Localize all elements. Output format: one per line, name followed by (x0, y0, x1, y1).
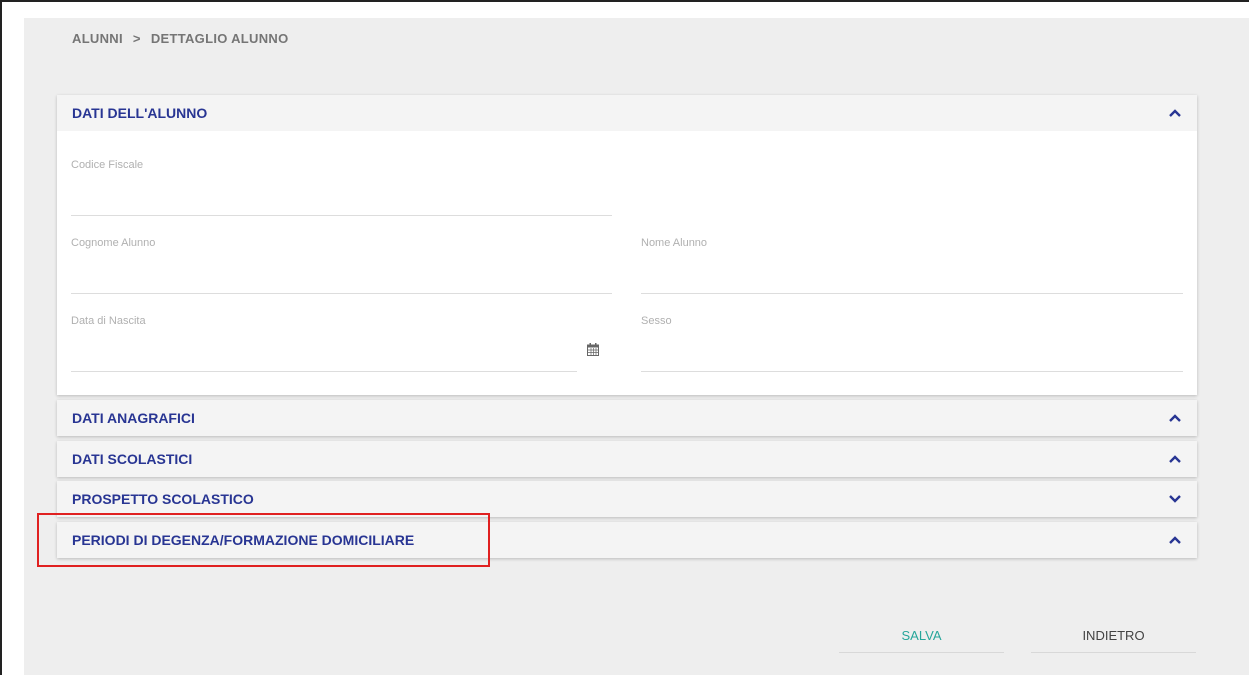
breadcrumb-current: DETTAGLIO ALUNNO (150, 31, 289, 46)
chevron-up-icon[interactable] (1168, 533, 1182, 547)
breadcrumb-root[interactable]: ALUNNI (72, 31, 123, 46)
chevron-up-icon[interactable] (1168, 411, 1182, 425)
section-title: PROSPETTO SCOLASTICO (72, 491, 254, 507)
nome-alunno-field[interactable]: Nome Alunno (641, 237, 1183, 294)
frame-border-top (0, 0, 1249, 2)
field-label: Data di Nascita (71, 315, 146, 327)
section-header-dati-anagrafici[interactable]: DATI ANAGRAFICI (57, 400, 1197, 436)
field-underline (71, 215, 612, 216)
save-button[interactable]: SALVA (839, 618, 1004, 653)
back-button[interactable]: INDIETRO (1031, 618, 1196, 653)
calendar-icon[interactable] (587, 343, 599, 361)
chevron-down-icon[interactable] (1168, 492, 1182, 506)
section-title: DATI DELL'ALUNNO (72, 105, 208, 121)
section-dati-anagrafici: DATI ANAGRAFICI (57, 400, 1197, 436)
section-header-dati-scolastici[interactable]: DATI SCOLASTICI (57, 441, 1197, 477)
breadcrumb: ALUNNI > DETTAGLIO ALUNNO (72, 31, 289, 46)
codice-fiscale-field[interactable]: Codice Fiscale (71, 159, 612, 216)
data-nascita-field[interactable]: Data di Nascita (71, 315, 577, 372)
field-underline (71, 293, 612, 294)
section-title: DATI SCOLASTICI (72, 451, 193, 467)
sesso-field[interactable]: Sesso (641, 315, 1183, 372)
section-title: DATI ANAGRAFICI (72, 410, 195, 426)
section-dati-alunno: DATI DELL'ALUNNO Codice Fiscale Cognome … (57, 95, 1197, 395)
field-label: Sesso (641, 315, 672, 327)
field-label: Nome Alunno (641, 237, 708, 249)
field-underline (641, 293, 1183, 294)
section-header-prospetto-scolastico[interactable]: PROSPETTO SCOLASTICO (57, 481, 1197, 517)
section-prospetto-scolastico: PROSPETTO SCOLASTICO (57, 481, 1197, 517)
frame-border-left (0, 0, 2, 675)
field-label: Codice Fiscale (71, 159, 144, 171)
highlight-box (37, 513, 490, 567)
field-underline (71, 371, 577, 372)
section-header-dati-alunno[interactable]: DATI DELL'ALUNNO (57, 95, 1197, 131)
chevron-up-icon[interactable] (1168, 106, 1182, 120)
section-body-dati-alunno: Codice Fiscale Cognome Alunno Nome Alunn… (57, 131, 1197, 395)
section-dati-scolastici: DATI SCOLASTICI (57, 441, 1197, 477)
breadcrumb-separator: > (132, 31, 141, 46)
cognome-alunno-field[interactable]: Cognome Alunno (71, 237, 612, 294)
field-underline (641, 371, 1183, 372)
chevron-up-icon[interactable] (1168, 452, 1182, 466)
field-label: Cognome Alunno (71, 237, 156, 249)
